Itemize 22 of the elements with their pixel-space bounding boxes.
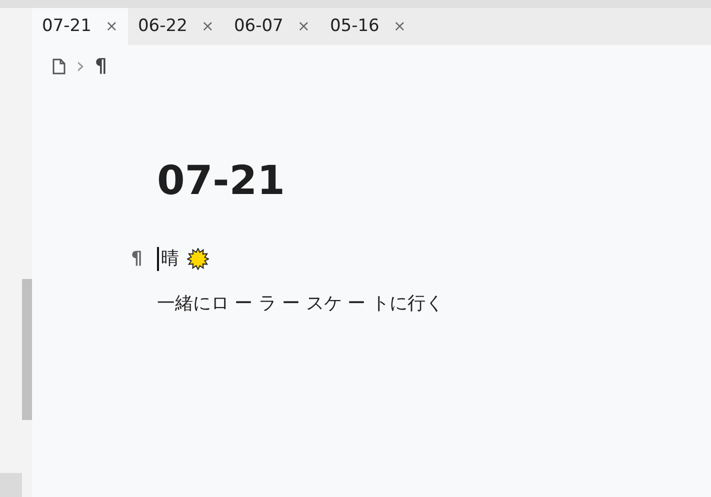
tab[interactable]: 06-22 ×: [128, 8, 224, 45]
tab-label[interactable]: 05-16: [330, 14, 380, 40]
paragraph-marker[interactable]: ¶: [131, 245, 142, 272]
paragraph-text: 一緒にロ ー ラ ー スケ ー トに行く: [157, 292, 444, 316]
tab[interactable]: 06-07 ×: [224, 8, 320, 45]
breadcrumb-separator: ›: [76, 52, 85, 80]
paragraph-crumb[interactable]: ¶: [94, 52, 107, 80]
close-icon[interactable]: ×: [393, 15, 406, 38]
tab-label[interactable]: 06-07: [234, 14, 284, 40]
tab[interactable]: 07-21 ×: [32, 8, 128, 45]
close-icon[interactable]: ×: [201, 15, 214, 38]
scrollbar-thumb[interactable]: [22, 279, 32, 420]
tab-label[interactable]: 06-22: [138, 14, 188, 40]
side-panel: [0, 473, 22, 497]
paragraph-text: 晴: [161, 247, 179, 271]
sun-icon: [187, 248, 209, 270]
document-title: 07-21: [157, 157, 286, 205]
tab-label[interactable]: 07-21: [42, 14, 92, 40]
file-icon[interactable]: [52, 58, 66, 74]
close-icon[interactable]: ×: [105, 15, 118, 38]
tab[interactable]: 05-16 ×: [320, 8, 416, 45]
close-icon[interactable]: ×: [297, 15, 310, 38]
